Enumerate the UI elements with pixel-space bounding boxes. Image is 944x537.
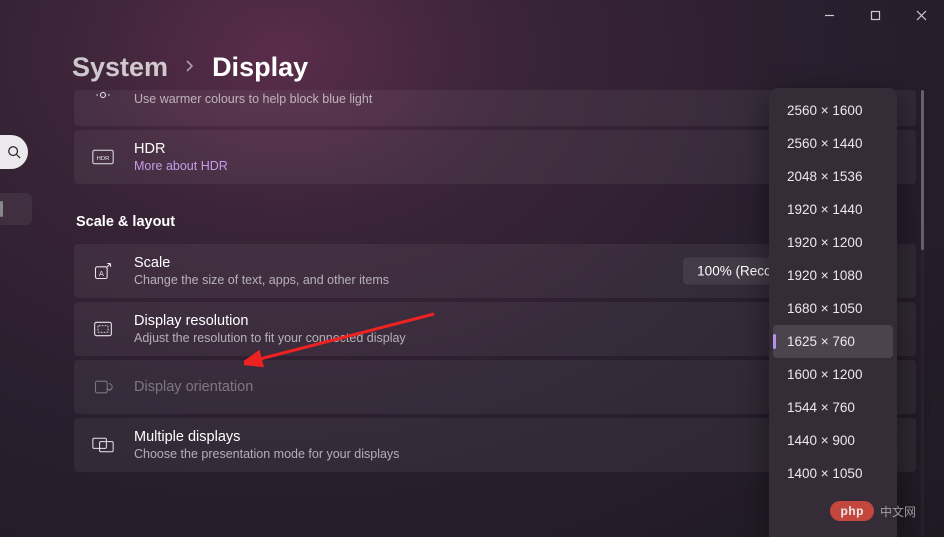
search-icon	[7, 145, 21, 159]
breadcrumb: System Display	[72, 52, 308, 83]
resolution-option[interactable]: 1544 × 760	[773, 391, 893, 424]
resolution-option[interactable]: 1440 × 900	[773, 424, 893, 457]
resolution-option[interactable]: 1680 × 1050	[773, 292, 893, 325]
resolution-option[interactable]: 2048 × 1536	[773, 160, 893, 193]
resolution-icon	[92, 318, 114, 340]
watermark: php 中文网	[830, 501, 916, 521]
svg-text:HDR: HDR	[97, 156, 110, 162]
resolution-option[interactable]: 1920 × 1200	[773, 226, 893, 259]
svg-text:A: A	[99, 269, 104, 278]
scrollbar-thumb[interactable]	[921, 90, 924, 250]
night-light-icon	[92, 84, 114, 106]
orientation-icon	[92, 376, 114, 398]
hdr-icon: HDR	[92, 146, 114, 168]
multiple-displays-icon	[92, 434, 114, 456]
watermark-pill: php	[830, 501, 874, 521]
page-title: Display	[212, 52, 308, 83]
nav-active-indicator[interactable]	[0, 193, 32, 225]
resolution-option[interactable]: 1400 × 1050	[773, 457, 893, 490]
resolution-option[interactable]: 1625 × 760	[773, 325, 893, 358]
resolution-dropdown-menu[interactable]: 2560 × 16002560 × 14402048 × 15361920 × …	[769, 88, 897, 537]
scale-icon: A	[92, 260, 114, 282]
watermark-text: 中文网	[880, 503, 916, 520]
resolution-option[interactable]: 1600 × 1200	[773, 358, 893, 391]
breadcrumb-parent[interactable]: System	[72, 52, 168, 83]
resolution-option[interactable]: 1920 × 1440	[773, 193, 893, 226]
chevron-right-icon	[186, 60, 194, 75]
resolution-option[interactable]: 1920 × 1080	[773, 259, 893, 292]
content-scrollbar[interactable]	[921, 90, 924, 537]
resolution-option[interactable]: 2560 × 1600	[773, 94, 893, 127]
resolution-option[interactable]: 2560 × 1440	[773, 127, 893, 160]
search-pill[interactable]	[0, 135, 28, 169]
